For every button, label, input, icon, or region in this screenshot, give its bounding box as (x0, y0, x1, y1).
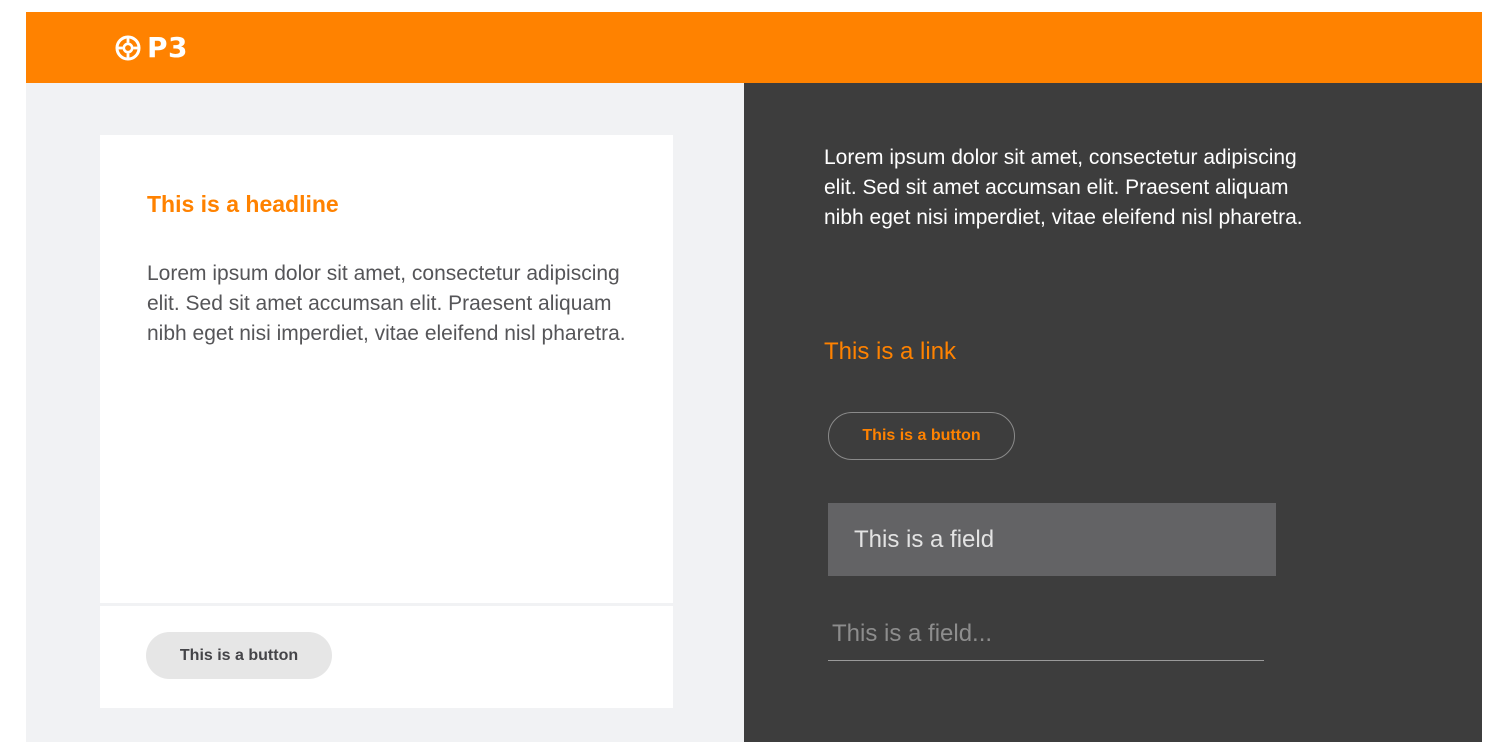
card-button[interactable]: This is a button (146, 632, 332, 679)
card-divider (100, 603, 673, 606)
light-panel: This is a headline Lorem ipsum dolor sit… (26, 83, 744, 742)
dark-body-text: Lorem ipsum dolor sit amet, consectetur … (824, 146, 1303, 229)
logo[interactable]: P3 (115, 31, 188, 64)
card-headline: This is a headline (147, 191, 339, 217)
dark-link[interactable]: This is a link (824, 338, 956, 366)
dark-panel: Lorem ipsum dolor sit amet, consectetur … (744, 83, 1482, 742)
card-body-text: Lorem ipsum dolor sit amet, consectetur … (147, 262, 626, 345)
dark-outline-button[interactable]: This is a button (828, 412, 1015, 460)
gear-icon (115, 35, 141, 60)
underline-text-field[interactable] (828, 607, 1264, 661)
logo-text: P3 (147, 31, 189, 64)
filled-text-field[interactable] (828, 503, 1276, 576)
header-bar: P3 (26, 12, 1482, 83)
content-card: This is a headline Lorem ipsum dolor sit… (100, 135, 673, 708)
